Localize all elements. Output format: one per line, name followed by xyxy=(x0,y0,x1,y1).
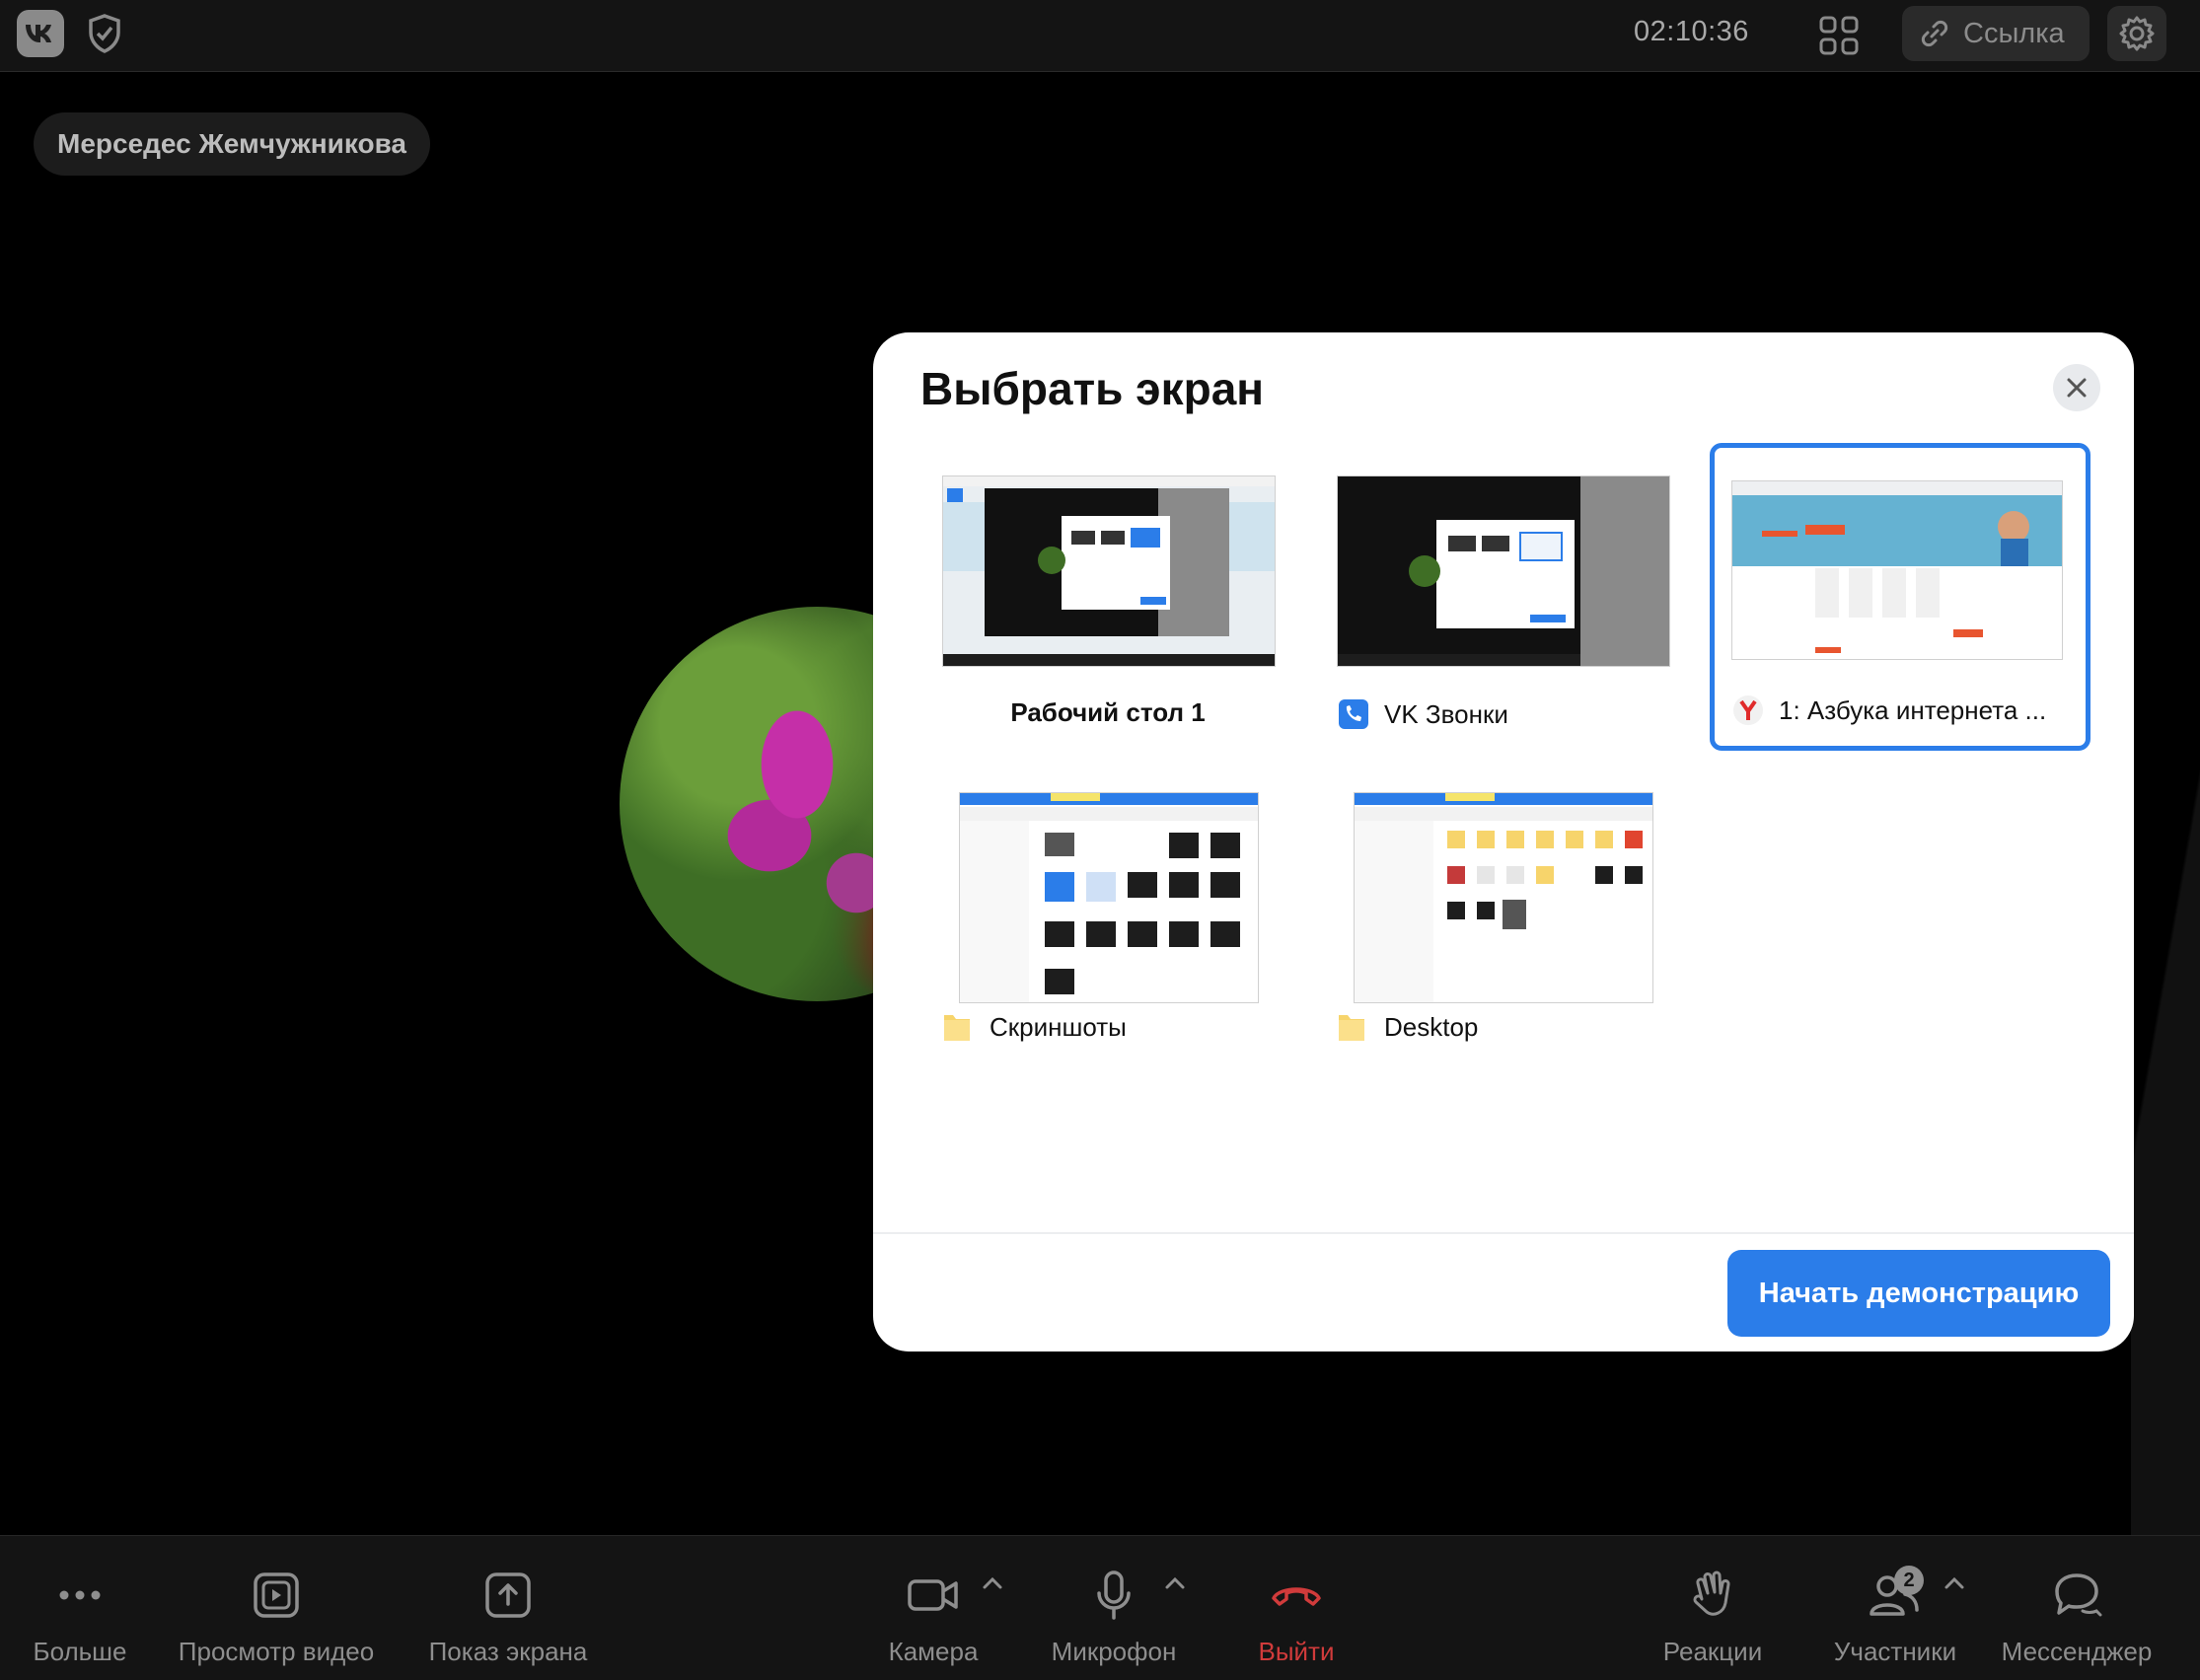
yandex-browser-icon xyxy=(1733,695,1763,725)
call-timer: 02:10:36 xyxy=(1634,16,1749,47)
source-label: 1: Азбука интернета ... xyxy=(1731,694,2046,727)
participant-name-chip: Мерседес Жемчужникова xyxy=(34,112,431,176)
source-name: Скриншоты xyxy=(990,1011,1127,1042)
copy-link-button[interactable]: Ссылка xyxy=(1902,6,2090,61)
browser-thumbnail xyxy=(1731,480,2063,660)
more-button[interactable]: Больше xyxy=(26,1536,134,1680)
top-bar: 02:10:36 Ссылка xyxy=(0,0,2200,72)
vk-logo-icon xyxy=(17,10,64,57)
dialog-title: Выбрать экран xyxy=(920,363,1265,414)
dialog-divider xyxy=(873,1232,2134,1234)
microphone-button[interactable]: Микрофон xyxy=(1050,1536,1178,1680)
screen-select-dialog: Выбрать экран Рабочий стол 1 VK Звонки 1… xyxy=(873,332,2134,1351)
source-name: VK Звонки xyxy=(1384,698,1508,729)
video-preview-label: Просмотр видео xyxy=(178,1637,375,1666)
shield-icon[interactable] xyxy=(85,12,124,55)
source-label: VK Звонки xyxy=(1337,697,1508,731)
more-icon xyxy=(59,1590,101,1600)
start-presentation-button[interactable]: Начать демонстрацию xyxy=(1727,1250,2110,1337)
desktop-folder-thumbnail xyxy=(1354,792,1653,1003)
reactions-button[interactable]: Реакции xyxy=(1657,1536,1768,1680)
source-name: Рабочий стол 1 xyxy=(1010,697,1206,727)
participants-button[interactable]: Участники xyxy=(1831,1536,1959,1680)
close-icon xyxy=(2067,378,2087,398)
source-name: Desktop xyxy=(1384,1011,1479,1042)
close-button[interactable] xyxy=(2053,364,2100,411)
microphone-icon xyxy=(1097,1570,1131,1620)
bottom-toolbar: Больше Просмотр видео Показ экрана Камер… xyxy=(0,1535,2200,1680)
microphone-options-chevron-up-icon[interactable] xyxy=(1164,1566,1186,1597)
source-tile-screenshots-folder[interactable]: Скриншоты xyxy=(942,788,1278,1045)
camera-label: Камера xyxy=(888,1637,979,1666)
screen-share-button[interactable]: Показ экрана xyxy=(414,1536,602,1680)
participants-count-badge: 2 xyxy=(1894,1566,1924,1595)
layout-grid-icon[interactable] xyxy=(1817,14,1861,57)
camera-options-chevron-up-icon[interactable] xyxy=(982,1566,1003,1597)
leave-label: Выйти xyxy=(1258,1637,1335,1666)
source-label: Скриншоты xyxy=(942,1011,1127,1043)
microphone-label: Микрофон xyxy=(1051,1637,1177,1666)
screenshots-thumbnail xyxy=(959,792,1259,1003)
folder-icon xyxy=(1339,1015,1364,1041)
screen-share-label: Показ экрана xyxy=(428,1637,588,1666)
reactions-label: Реакции xyxy=(1662,1637,1763,1666)
screen-share-icon xyxy=(485,1572,531,1618)
link-icon xyxy=(1921,20,1948,47)
video-preview-button[interactable]: Просмотр видео xyxy=(178,1536,375,1680)
source-label: Desktop xyxy=(1337,1011,1478,1043)
source-tile-browser[interactable]: 1: Азбука интернета ... xyxy=(1710,443,2090,751)
camera-button[interactable]: Камера xyxy=(876,1536,990,1680)
participant-name: Мерседес Жемчужникова xyxy=(57,128,407,159)
hand-wave-icon xyxy=(1693,1570,1730,1616)
folder-icon xyxy=(944,1015,970,1041)
chat-icon xyxy=(2055,1573,2102,1617)
source-name: 1: Азбука интернета ... xyxy=(1779,694,2047,725)
source-label: Рабочий стол 1 xyxy=(942,697,1274,728)
leave-call-button[interactable]: Выйти xyxy=(1247,1536,1346,1680)
participants-options-chevron-up-icon[interactable] xyxy=(1943,1566,1965,1597)
vk-calls-icon xyxy=(1339,699,1368,729)
participants-label: Участники xyxy=(1833,1637,1957,1666)
background-shape xyxy=(2131,0,2200,1539)
messenger-label: Мессенджер xyxy=(2001,1637,2153,1666)
hang-up-icon xyxy=(1272,1587,1321,1606)
more-label: Больше xyxy=(33,1637,127,1666)
source-tile-vk-calls[interactable]: VK Звонки xyxy=(1337,475,1672,732)
camera-icon xyxy=(908,1579,958,1611)
vk-calls-thumbnail xyxy=(1337,475,1670,667)
messenger-button[interactable]: Мессенджер xyxy=(1993,1536,2161,1680)
source-tile-desktop-1[interactable]: Рабочий стол 1 xyxy=(942,475,1278,732)
desktop-1-thumbnail xyxy=(942,475,1276,667)
copy-link-label: Ссылка xyxy=(1963,17,2065,49)
source-tile-desktop-folder[interactable]: Desktop xyxy=(1337,788,1672,1045)
video-preview-icon xyxy=(254,1572,299,1618)
